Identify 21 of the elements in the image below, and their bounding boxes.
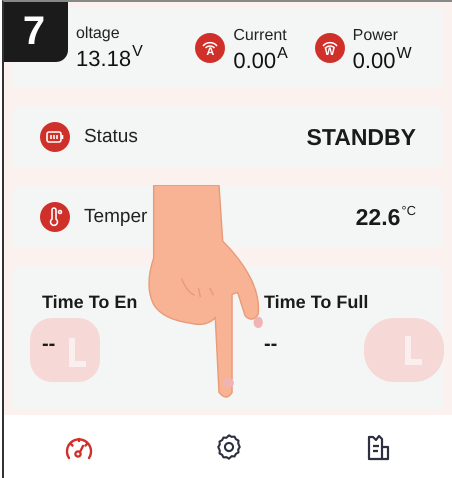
report-icon <box>366 432 392 460</box>
metric-label: Power <box>352 26 400 44</box>
time-label: Time To En <box>42 292 138 313</box>
metric-label: oltage <box>76 24 121 42</box>
info-value: STANDBY <box>306 124 416 150</box>
metric-label: Current <box>233 26 288 44</box>
info-label: Status <box>84 126 139 148</box>
metric-value: 13.18$^{V}$ <box>76 42 143 72</box>
info-value: 22.6$^{°C}$ <box>356 203 416 231</box>
step-number: 7 <box>4 2 68 62</box>
time-label: Time To Full <box>264 292 370 313</box>
metric-value: 0.00$^{W}$ <box>352 44 412 74</box>
info-label: Temper <box>84 206 148 228</box>
thermometer-icon <box>40 202 70 232</box>
settings-icon <box>215 432 243 460</box>
gauge-icon: A <box>195 33 226 63</box>
metric-value: 0.00$^{A}$ <box>233 44 288 74</box>
time-value: -- <box>264 333 278 356</box>
battery-icon <box>40 122 70 152</box>
gauge-icon: W <box>314 33 345 63</box>
time-value: -- <box>42 333 56 356</box>
